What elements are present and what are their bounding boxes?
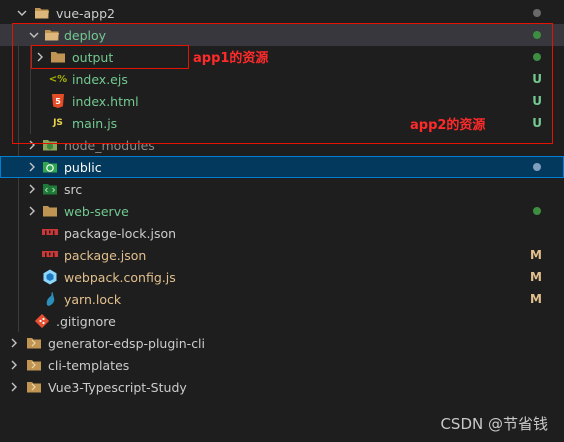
- chevron-right-icon: [24, 203, 40, 219]
- public-folder-icon: [42, 159, 58, 175]
- tree-item-src[interactable]: src: [0, 178, 564, 200]
- tree-item-cli-templates[interactable]: cli-templates: [0, 354, 564, 376]
- tree-item-label: cli-templates: [48, 357, 130, 373]
- tree-item-webpack-config-js[interactable]: webpack.config.js M: [0, 266, 564, 288]
- tree-item-package-lock-json[interactable]: package-lock.json: [0, 222, 564, 244]
- chevron-right-icon: [6, 335, 22, 351]
- webpack-icon: [42, 269, 58, 285]
- tree-item-label: Vue3-Typescript-Study: [48, 379, 187, 395]
- src-folder-icon: [42, 181, 58, 197]
- git-status-badge: M: [530, 248, 542, 262]
- chevron-right-icon: [6, 379, 22, 395]
- tree-item-vue3-typescript-study[interactable]: Vue3-Typescript-Study: [0, 376, 564, 398]
- folder-icon: [26, 357, 42, 373]
- git-status-badge: M: [530, 270, 542, 284]
- tree-item-package-json[interactable]: package.json M: [0, 244, 564, 266]
- npm-icon: [42, 247, 58, 263]
- chevron-right-icon: [6, 357, 22, 373]
- tree-item-label: yarn.lock: [64, 291, 122, 307]
- tree-item-label: public: [64, 159, 102, 175]
- tree-item-label: src: [64, 181, 83, 197]
- tree-item-label: package-lock.json: [64, 225, 177, 241]
- tree-item-label: package.json: [64, 247, 147, 263]
- folder-icon: [42, 203, 58, 219]
- tree-item-label: vue-app2: [56, 5, 116, 21]
- app2-annotation-label: app2的资源: [410, 118, 486, 133]
- tree-item-gitignore[interactable]: .gitignore: [0, 310, 564, 332]
- yarn-icon: [42, 291, 58, 307]
- folder-icon: [26, 379, 42, 395]
- file-explorer-tree: vue-app2 deploy output <% index.ejs U 5: [0, 0, 564, 442]
- app1-annotation-box: [31, 45, 189, 69]
- tree-item-web-serve[interactable]: web-serve: [0, 200, 564, 222]
- status-dot: [533, 9, 541, 17]
- folder-icon: [26, 335, 42, 351]
- status-dot: [533, 207, 541, 215]
- folder-open-icon: [34, 5, 50, 21]
- tree-item-yarn-lock[interactable]: yarn.lock M: [0, 288, 564, 310]
- tree-item-label: web-serve: [64, 203, 129, 219]
- npm-icon: [42, 225, 58, 241]
- tree-item-generator-edsp-plugin-cli[interactable]: generator-edsp-plugin-cli: [0, 332, 564, 354]
- tree-item-vue-app2[interactable]: vue-app2: [0, 2, 564, 24]
- app1-annotation-label: app1的资源: [193, 51, 269, 66]
- tree-item-public[interactable]: public: [0, 156, 564, 178]
- tree-item-label: webpack.config.js: [64, 269, 176, 285]
- tree-item-label: .gitignore: [56, 313, 116, 329]
- status-dot: [533, 163, 541, 171]
- chevron-right-icon: [24, 181, 40, 197]
- chevron-right-icon: [24, 159, 40, 175]
- git-status-badge: M: [530, 292, 542, 306]
- chevron-down-icon: [14, 5, 30, 21]
- git-icon: [34, 313, 50, 329]
- watermark: CSDN @节省钱: [440, 415, 548, 433]
- tree-item-label: generator-edsp-plugin-cli: [48, 335, 206, 351]
